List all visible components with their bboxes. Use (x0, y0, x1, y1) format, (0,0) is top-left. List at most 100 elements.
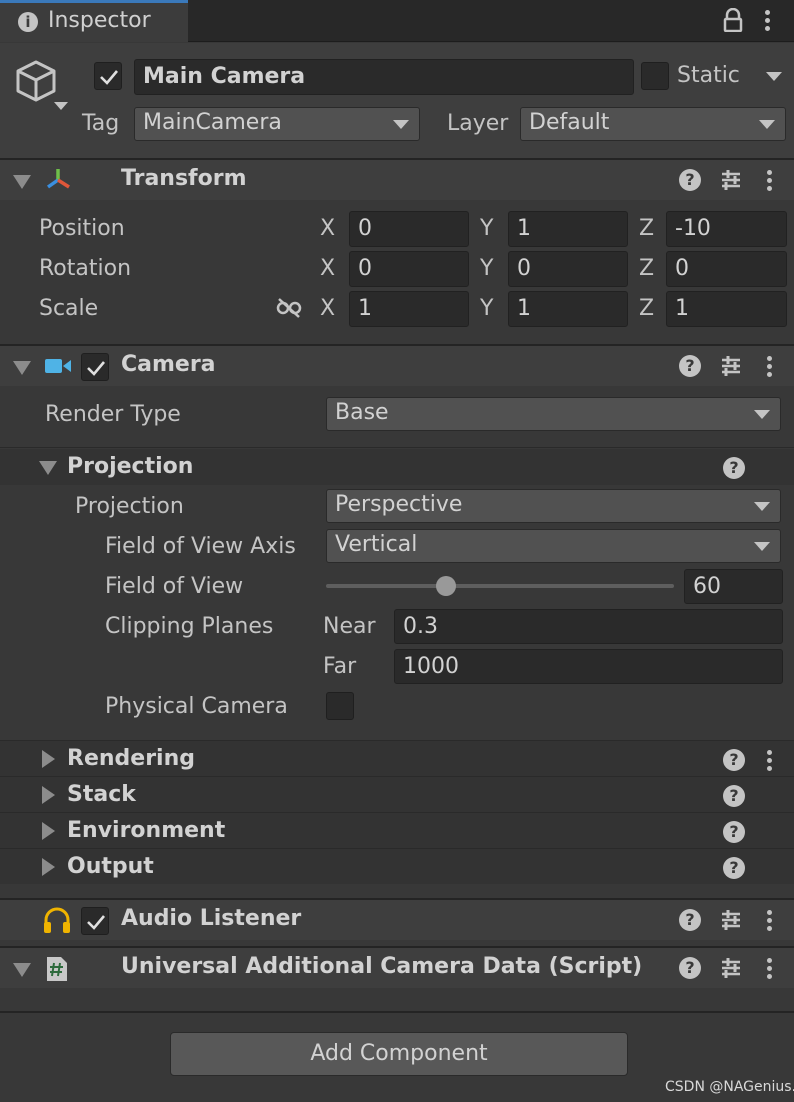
presets-icon[interactable] (720, 168, 742, 192)
object-name-field[interactable]: Main Camera (134, 59, 634, 95)
script-component-title: Universal Additional Camera Data (Script… (121, 954, 643, 979)
script-foldout-icon[interactable] (13, 963, 31, 977)
scale-z-field[interactable]: 1 (666, 291, 787, 327)
position-z-field[interactable]: -10 (666, 211, 787, 247)
rotation-z-value: 0 (675, 256, 689, 281)
position-y-label[interactable]: Y (480, 214, 493, 244)
audio-listener-enabled-checkbox[interactable] (81, 907, 109, 935)
scale-label: Scale (39, 296, 99, 321)
near-field[interactable]: 0.3 (394, 609, 783, 644)
projection-dropdown[interactable]: Perspective (326, 489, 781, 523)
environment-foldout-icon[interactable] (42, 822, 55, 840)
unlinked-icon[interactable] (276, 297, 302, 319)
transform-title: Transform (121, 166, 247, 191)
stack-foldout-icon[interactable] (42, 786, 55, 804)
position-y-value: 1 (517, 216, 531, 241)
scale-y-label[interactable]: Y (480, 294, 493, 324)
fov-axis-dropdown[interactable]: Vertical (326, 529, 781, 563)
help-icon[interactable]: ? (679, 169, 701, 191)
position-y-field[interactable]: 1 (508, 211, 628, 247)
rotation-y-field[interactable]: 0 (508, 251, 628, 287)
far-label: Far (323, 654, 357, 679)
inspector-tab[interactable]: i Inspector (0, 0, 188, 42)
presets-icon[interactable] (720, 956, 742, 980)
component-menu-icon[interactable] (767, 958, 773, 982)
chevron-down-icon (759, 120, 775, 129)
near-label: Near (323, 614, 376, 639)
help-icon[interactable]: ? (723, 857, 745, 879)
lock-icon[interactable] (722, 7, 744, 33)
rotation-x-label[interactable]: X (320, 254, 335, 284)
far-value: 1000 (403, 654, 459, 679)
transform-header[interactable] (0, 160, 794, 200)
scale-z-label[interactable]: Z (639, 294, 654, 324)
section-menu-icon[interactable] (767, 750, 773, 774)
object-active-checkbox[interactable] (94, 62, 122, 90)
divider (0, 447, 794, 448)
add-component-button[interactable]: Add Component (170, 1032, 628, 1076)
help-icon[interactable]: ? (723, 785, 745, 807)
position-z-label[interactable]: Z (639, 214, 654, 244)
fov-axis-value: Vertical (335, 532, 418, 557)
fov-slider[interactable] (326, 570, 674, 604)
physical-camera-checkbox[interactable] (326, 692, 354, 720)
scale-x-value: 1 (358, 296, 372, 321)
slider-thumb[interactable] (436, 576, 456, 596)
help-icon[interactable]: ? (723, 821, 745, 843)
help-icon[interactable]: ? (679, 355, 701, 377)
fov-field[interactable]: 60 (684, 569, 783, 604)
gameobject-icon[interactable] (12, 58, 72, 114)
divider (0, 1011, 794, 1013)
far-field[interactable]: 1000 (394, 649, 783, 684)
scale-x-label[interactable]: X (320, 294, 335, 324)
component-menu-icon[interactable] (767, 170, 773, 194)
rotation-x-field[interactable]: 0 (349, 251, 469, 287)
fov-label: Field of View (105, 574, 244, 599)
component-menu-icon[interactable] (767, 356, 773, 380)
transform-foldout-icon[interactable] (13, 175, 31, 189)
help-icon[interactable]: ? (679, 957, 701, 979)
position-x-value: 0 (358, 216, 372, 241)
slider-track (326, 584, 674, 588)
projection-foldout-icon[interactable] (39, 461, 57, 475)
rotation-x-value: 0 (358, 256, 372, 281)
camera-enabled-checkbox[interactable] (81, 353, 109, 381)
render-type-dropdown[interactable]: Base (326, 397, 781, 431)
scale-x-field[interactable]: 1 (349, 291, 469, 327)
position-x-label[interactable]: X (320, 214, 335, 244)
scale-y-field[interactable]: 1 (508, 291, 628, 327)
position-label: Position (39, 216, 125, 241)
help-icon[interactable]: ? (723, 457, 745, 479)
position-z-value: -10 (675, 216, 711, 241)
tab-menu-icon[interactable] (765, 10, 771, 34)
layer-label: Layer (447, 111, 509, 136)
presets-icon[interactable] (720, 908, 742, 932)
rotation-z-field[interactable]: 0 (666, 251, 787, 287)
tag-dropdown[interactable]: MainCamera (134, 107, 420, 141)
clipping-planes-label: Clipping Planes (105, 614, 274, 639)
static-dropdown-icon[interactable] (766, 72, 782, 81)
scale-y-value: 1 (517, 296, 531, 321)
tag-label: Tag (82, 111, 120, 136)
help-icon[interactable]: ? (679, 909, 701, 931)
output-foldout-icon[interactable] (42, 858, 55, 876)
position-x-field[interactable]: 0 (349, 211, 469, 247)
component-menu-icon[interactable] (767, 910, 773, 934)
rotation-y-label[interactable]: Y (480, 254, 493, 284)
camera-foldout-icon[interactable] (13, 361, 31, 375)
camera-header[interactable] (0, 346, 794, 386)
help-icon[interactable]: ? (723, 749, 745, 771)
chevron-down-icon (754, 410, 770, 419)
rendering-foldout-icon[interactable] (42, 750, 55, 768)
scale-z-value: 1 (675, 296, 689, 321)
rotation-z-label[interactable]: Z (639, 254, 654, 284)
projection-header: Projection (67, 454, 194, 479)
render-type-label: Render Type (45, 402, 181, 427)
layer-dropdown[interactable]: Default (520, 107, 786, 141)
presets-icon[interactable] (720, 354, 742, 378)
audio-listener-header[interactable] (0, 900, 794, 940)
watermark: CSDN @NAGenius. (665, 1079, 794, 1095)
object-name: Main Camera (143, 64, 306, 89)
near-value: 0.3 (403, 614, 438, 639)
static-checkbox[interactable] (641, 62, 669, 90)
